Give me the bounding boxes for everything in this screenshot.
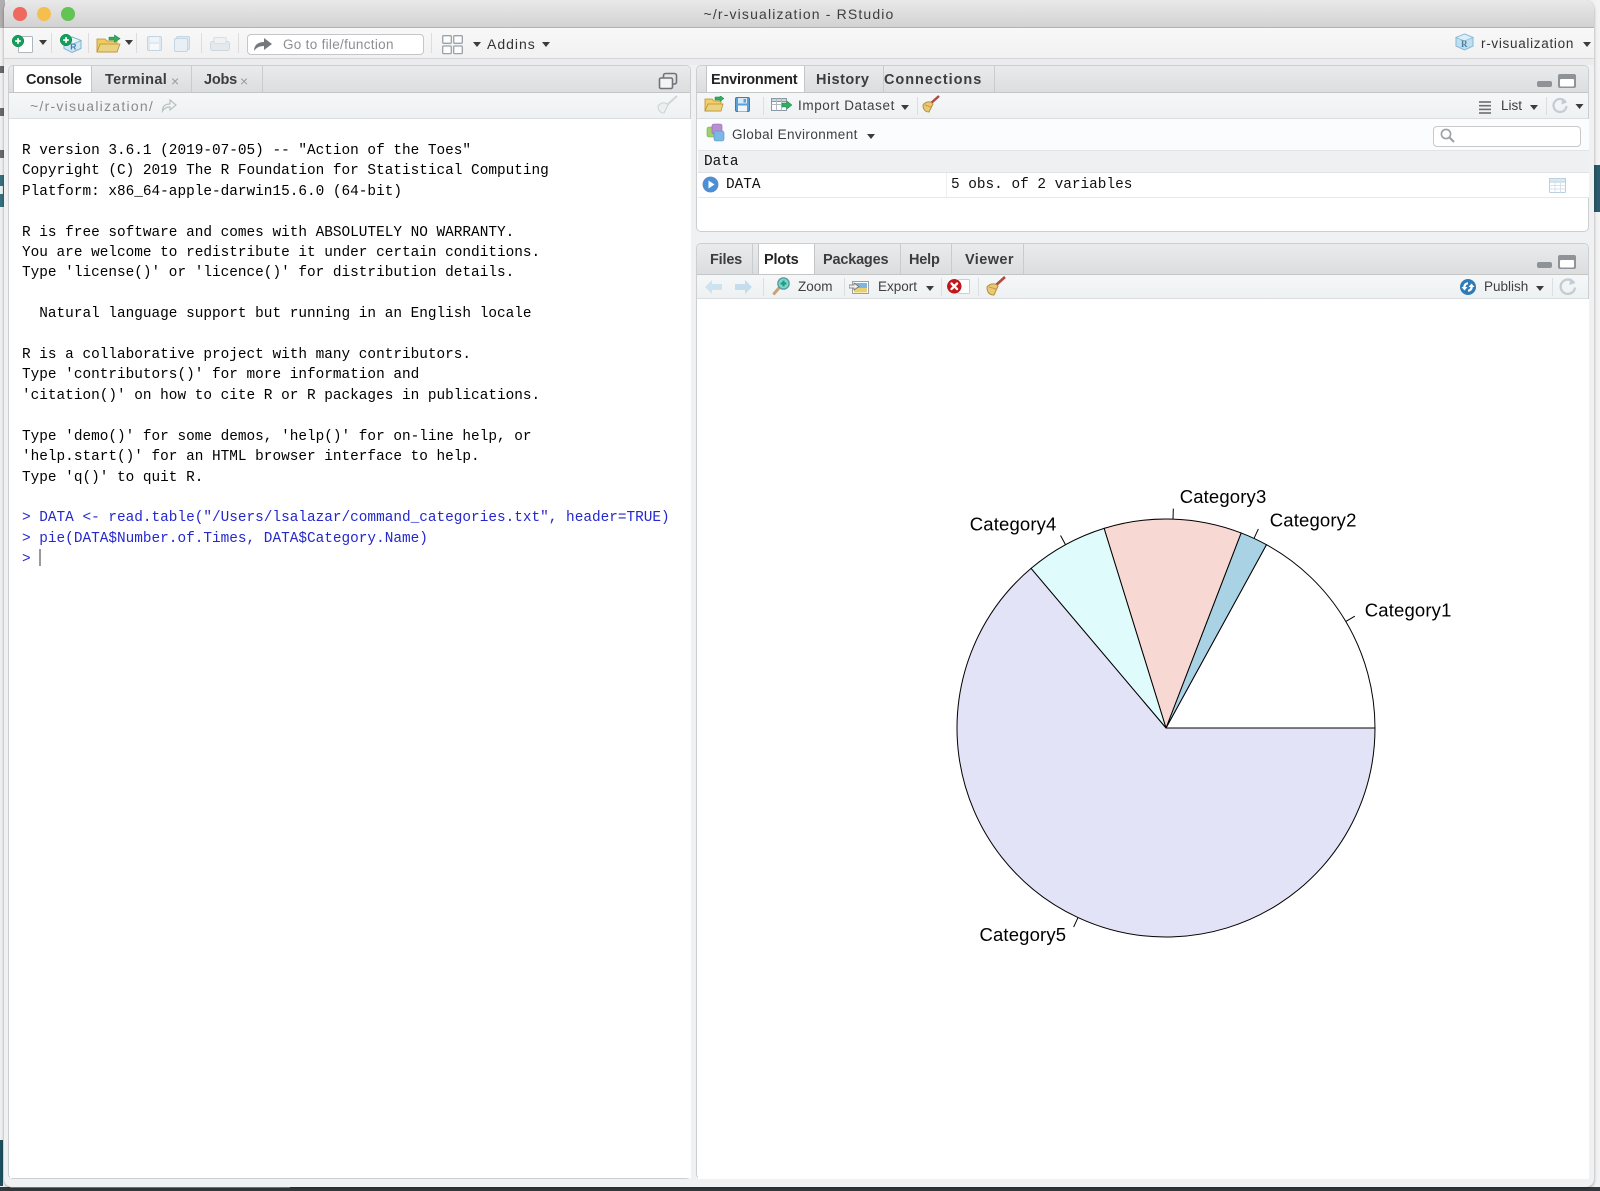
svg-text:Category2: Category2 — [1270, 509, 1357, 530]
svg-text:Category4: Category4 — [970, 513, 1057, 534]
svg-text:Category3: Category3 — [1180, 486, 1267, 507]
svg-text:Category5: Category5 — [979, 924, 1066, 945]
svg-text:R: R — [1461, 39, 1468, 49]
svg-text:Category1: Category1 — [1365, 599, 1452, 620]
